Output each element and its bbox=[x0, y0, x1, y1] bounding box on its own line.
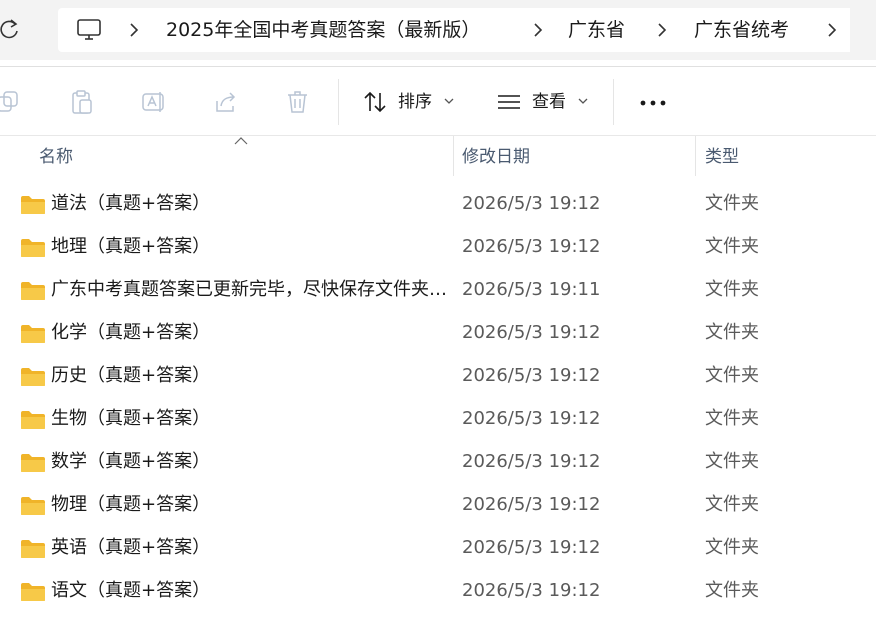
delete-icon[interactable] bbox=[285, 89, 311, 115]
file-date: 2026/5/3 19:12 bbox=[462, 580, 601, 601]
view-button[interactable]: 查看 bbox=[532, 89, 566, 115]
file-type: 文件夹 bbox=[705, 451, 759, 472]
sort-ascending-icon bbox=[234, 137, 248, 145]
breadcrumb-item-guangdong-exam[interactable]: 广东省统考 bbox=[694, 17, 789, 43]
folder-icon bbox=[21, 282, 45, 300]
file-name[interactable]: 地理（真题+答案） bbox=[51, 234, 447, 260]
file-name[interactable]: 生物（真题+答案） bbox=[51, 406, 447, 432]
this-pc-icon[interactable] bbox=[76, 18, 102, 42]
file-type: 文件夹 bbox=[705, 236, 759, 257]
breadcrumb[interactable]: 2025年全国中考真题答案（最新版） 广东省 广东省统考 bbox=[58, 8, 850, 52]
sort-button[interactable]: 排序 bbox=[398, 89, 432, 115]
list-item[interactable]: 化学（真题+答案） 2026/5/3 19:12 文件夹 bbox=[0, 311, 876, 354]
more-options-icon[interactable] bbox=[640, 100, 666, 106]
chevron-right-icon[interactable] bbox=[826, 23, 838, 37]
breadcrumb-item-exam-answers[interactable]: 2025年全国中考真题答案（最新版） bbox=[166, 17, 480, 43]
file-date: 2026/5/3 19:12 bbox=[462, 408, 601, 429]
list-item[interactable]: 道法（真题+答案） 2026/5/3 19:12 文件夹 bbox=[0, 182, 876, 225]
list-item[interactable]: 语文（真题+答案） 2026/5/3 19:12 文件夹 bbox=[0, 569, 876, 612]
folder-icon bbox=[21, 540, 45, 558]
chevron-down-icon[interactable] bbox=[444, 97, 454, 105]
address-bar: 2025年全国中考真题答案（最新版） 广东省 广东省统考 bbox=[0, 0, 876, 60]
breadcrumb-item-guangdong[interactable]: 广东省 bbox=[568, 17, 625, 43]
chevron-right-icon[interactable] bbox=[128, 23, 140, 37]
share-icon[interactable] bbox=[213, 89, 239, 115]
folder-icon bbox=[21, 583, 45, 601]
file-date: 2026/5/3 19:12 bbox=[462, 537, 601, 558]
column-divider[interactable] bbox=[453, 136, 454, 176]
file-list: 道法（真题+答案） 2026/5/3 19:12 文件夹 地理（真题+答案） 2… bbox=[0, 182, 876, 612]
file-name[interactable]: 历史（真题+答案） bbox=[51, 363, 447, 389]
file-date: 2026/5/3 19:12 bbox=[462, 365, 601, 386]
list-item[interactable]: 物理（真题+答案） 2026/5/3 19:12 文件夹 bbox=[0, 483, 876, 526]
column-header-row: 名称 修改日期 类型 bbox=[0, 136, 876, 178]
folder-icon bbox=[21, 239, 45, 257]
file-name[interactable]: 道法（真题+答案） bbox=[51, 191, 447, 217]
view-icon[interactable] bbox=[496, 89, 522, 115]
file-type: 文件夹 bbox=[705, 193, 759, 214]
list-item[interactable]: 英语（真题+答案） 2026/5/3 19:12 文件夹 bbox=[0, 526, 876, 569]
file-date: 2026/5/3 19:12 bbox=[462, 193, 601, 214]
folder-icon bbox=[21, 325, 45, 343]
file-type: 文件夹 bbox=[705, 279, 759, 300]
file-name[interactable]: 英语（真题+答案） bbox=[51, 535, 447, 561]
list-item[interactable]: 广东中考真题答案已更新完毕，尽快保存文件夹… 2026/5/3 19:11 文件… bbox=[0, 268, 876, 311]
column-header-name[interactable]: 名称 bbox=[39, 145, 73, 169]
rename-icon[interactable] bbox=[141, 89, 167, 115]
copy-icon[interactable] bbox=[0, 89, 22, 115]
chevron-right-icon[interactable] bbox=[656, 23, 668, 37]
file-type: 文件夹 bbox=[705, 494, 759, 515]
file-type: 文件夹 bbox=[705, 322, 759, 343]
file-name[interactable]: 物理（真题+答案） bbox=[51, 492, 447, 518]
folder-icon bbox=[21, 368, 45, 386]
folder-icon bbox=[21, 454, 45, 472]
file-type: 文件夹 bbox=[705, 365, 759, 386]
file-date: 2026/5/3 19:12 bbox=[462, 236, 601, 257]
refresh-icon[interactable] bbox=[0, 16, 22, 42]
paste-icon[interactable] bbox=[69, 89, 95, 115]
list-item[interactable]: 地理（真题+答案） 2026/5/3 19:12 文件夹 bbox=[0, 225, 876, 268]
file-name[interactable]: 化学（真题+答案） bbox=[51, 320, 447, 346]
chevron-down-icon[interactable] bbox=[578, 97, 588, 105]
file-type: 文件夹 bbox=[705, 580, 759, 601]
toolbar-divider bbox=[338, 79, 339, 125]
list-item[interactable]: 历史（真题+答案） 2026/5/3 19:12 文件夹 bbox=[0, 354, 876, 397]
file-type: 文件夹 bbox=[705, 408, 759, 429]
file-name[interactable]: 数学（真题+答案） bbox=[51, 449, 447, 475]
column-divider[interactable] bbox=[695, 136, 696, 176]
file-date: 2026/5/3 19:12 bbox=[462, 322, 601, 343]
list-item[interactable]: 生物（真题+答案） 2026/5/3 19:12 文件夹 bbox=[0, 397, 876, 440]
folder-icon bbox=[21, 411, 45, 429]
file-type: 文件夹 bbox=[705, 537, 759, 558]
folder-icon bbox=[21, 196, 45, 214]
file-name[interactable]: 广东中考真题答案已更新完毕，尽快保存文件夹… bbox=[51, 277, 447, 303]
sort-icon[interactable] bbox=[362, 89, 388, 115]
file-date: 2026/5/3 19:12 bbox=[462, 494, 601, 515]
command-bar: 排序 查看 bbox=[0, 66, 876, 136]
column-header-type[interactable]: 类型 bbox=[705, 145, 739, 169]
file-date: 2026/5/3 19:11 bbox=[462, 279, 601, 300]
folder-icon bbox=[21, 497, 45, 515]
file-date: 2026/5/3 19:12 bbox=[462, 451, 601, 472]
chevron-right-icon[interactable] bbox=[532, 23, 544, 37]
list-item[interactable]: 数学（真题+答案） 2026/5/3 19:12 文件夹 bbox=[0, 440, 876, 483]
column-header-date[interactable]: 修改日期 bbox=[462, 145, 530, 169]
toolbar-divider bbox=[613, 79, 614, 125]
file-name[interactable]: 语文（真题+答案） bbox=[51, 578, 447, 604]
